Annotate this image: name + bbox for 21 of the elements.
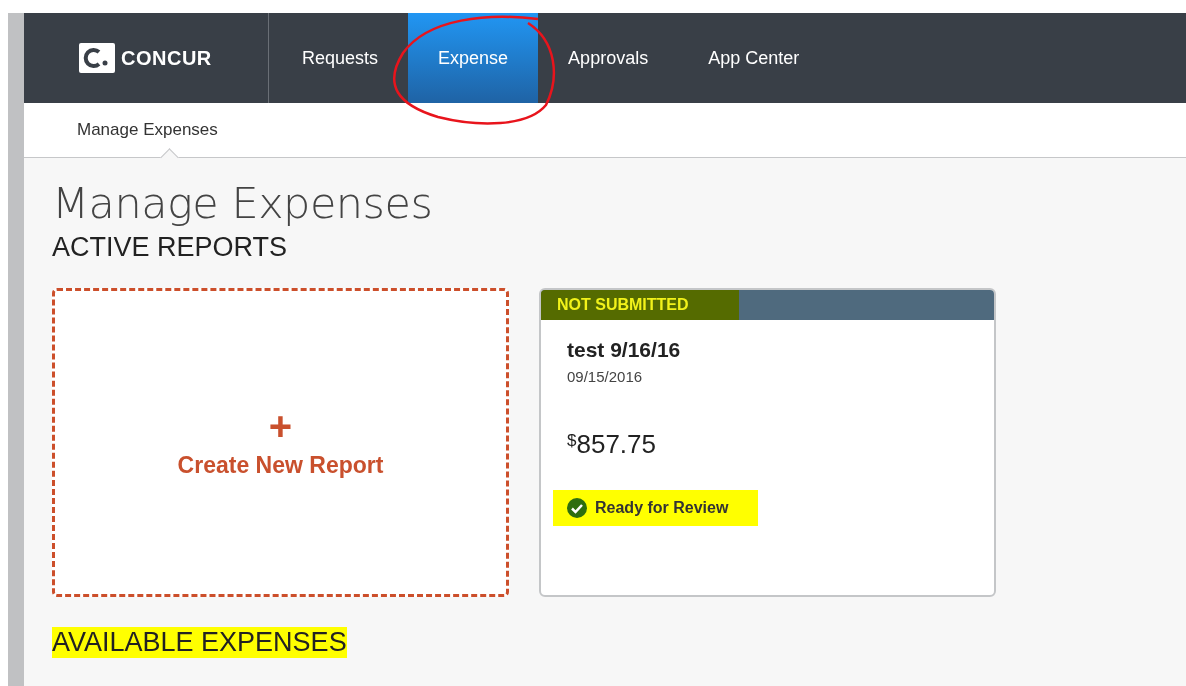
report-date: 09/15/2016 [567, 368, 644, 385]
nav-tab[interactable]: App Center [678, 13, 830, 103]
logo-icon [79, 43, 115, 73]
page-title: Manage Expenses [52, 178, 434, 228]
plus-icon: + [268, 406, 293, 446]
section-heading: ACTIVE REPORTS [52, 232, 288, 263]
report-name: test 9/16/16 [567, 338, 682, 362]
report-card[interactable]: NOT SUBMITTED test 9/16/16 09/15/2016 $857.75 Ready for Review [539, 288, 996, 597]
subnav-tab[interactable]: Manage Expenses [77, 120, 218, 140]
section-heading: AVAILABLE EXPENSES [52, 627, 347, 658]
report-amount: 857.75 [576, 429, 656, 460]
currency-symbol: $ [567, 431, 577, 450]
status-label: NOT SUBMITTED [541, 290, 739, 320]
create-report-card[interactable]: + Create New Report [52, 288, 509, 597]
check-icon [567, 498, 587, 518]
logo-text: CONCUR [121, 46, 212, 70]
nav-tab[interactable]: Expense [408, 13, 539, 103]
create-report-label: Create New Report [177, 452, 384, 479]
alert-text: Ready for Review [595, 499, 729, 517]
nav-tab[interactable]: Approvals [538, 13, 679, 103]
nav-tab[interactable]: Requests [272, 13, 409, 103]
